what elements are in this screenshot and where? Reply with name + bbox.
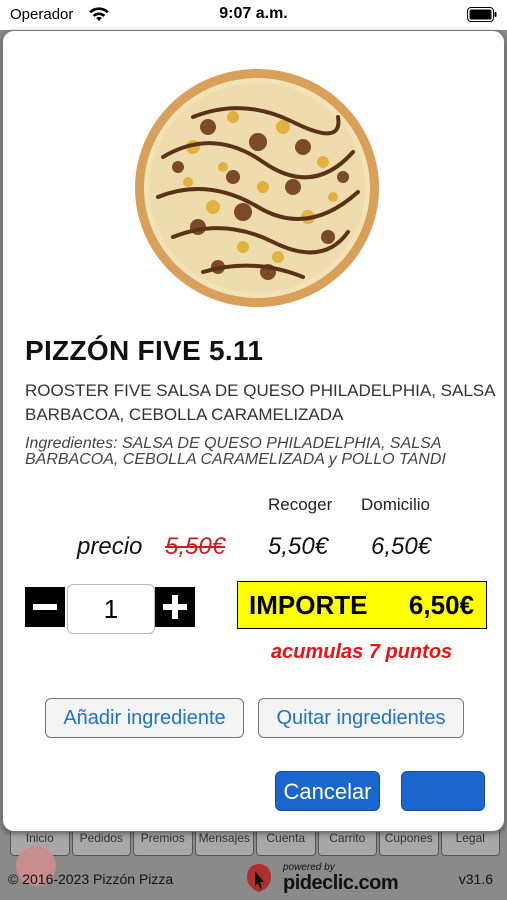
add-ingredient-button[interactable]: Añadir ingrediente bbox=[45, 698, 244, 738]
status-bar: Operador 9:07 a.m. bbox=[0, 0, 507, 30]
tab-pedidos: Pedidos bbox=[71, 828, 131, 856]
decrease-quantity-button[interactable] bbox=[25, 587, 65, 627]
price-label: precio bbox=[77, 533, 143, 560]
delivery-price: 6,50€ bbox=[371, 533, 432, 560]
pideclic-logo-icon bbox=[247, 864, 271, 892]
minus-icon bbox=[33, 604, 57, 610]
footer-copyright: © 2016-2023 Pizzón Pizza bbox=[8, 871, 174, 887]
confirm-button[interactable] bbox=[401, 771, 485, 811]
loyalty-points-text: acumulas 7 puntos bbox=[271, 641, 453, 663]
product-description: ROOSTER FIVE SALSA DE QUESO PHILADELPHIA… bbox=[25, 381, 495, 424]
pickup-price: 5,50€ bbox=[268, 533, 329, 560]
remove-ingredients-button[interactable]: Quitar ingredientes bbox=[258, 698, 464, 738]
quantity-input[interactable]: 1 bbox=[67, 584, 155, 634]
pideclic-brand: pideclic.com bbox=[283, 872, 399, 894]
tab-legal: Legal bbox=[440, 828, 500, 856]
product-ingredients: Ingredientes: SALSA DE QUESO PHILADELPHI… bbox=[25, 435, 446, 468]
product-modal: PIZZÓN FIVE 5.11 ROOSTER FIVE SALSA DE Q… bbox=[2, 30, 505, 832]
product-image bbox=[133, 67, 381, 310]
cancel-button[interactable]: Cancelar bbox=[275, 771, 380, 811]
battery-icon bbox=[467, 7, 497, 22]
old-price: 5,50€ bbox=[165, 533, 226, 560]
product-title: PIZZÓN FIVE 5.11 bbox=[25, 335, 264, 366]
total-amount-label: IMPORTE bbox=[249, 590, 368, 620]
pickup-column-header: Recoger bbox=[268, 495, 333, 514]
increase-quantity-button[interactable] bbox=[155, 587, 195, 627]
tab-premios: Premios bbox=[133, 828, 193, 856]
tab-mensajes: Mensajes bbox=[194, 828, 254, 856]
app-version: v31.6 bbox=[458, 871, 493, 887]
tab-cupones: Cupones bbox=[379, 828, 439, 856]
plus-icon bbox=[163, 595, 187, 619]
tab-cuenta: Cuenta bbox=[256, 828, 316, 856]
total-amount-value: 6,50€ bbox=[408, 590, 474, 620]
background-tab-bar: Inicio Pedidos Premios Mensajes Cuenta C… bbox=[10, 828, 500, 856]
total-amount-box: IMPORTE 6,50€ bbox=[237, 581, 487, 629]
delivery-column-header: Domicilio bbox=[361, 495, 430, 514]
tab-carrito: Carrito bbox=[317, 828, 377, 856]
status-time: 9:07 a.m. bbox=[219, 5, 288, 22]
